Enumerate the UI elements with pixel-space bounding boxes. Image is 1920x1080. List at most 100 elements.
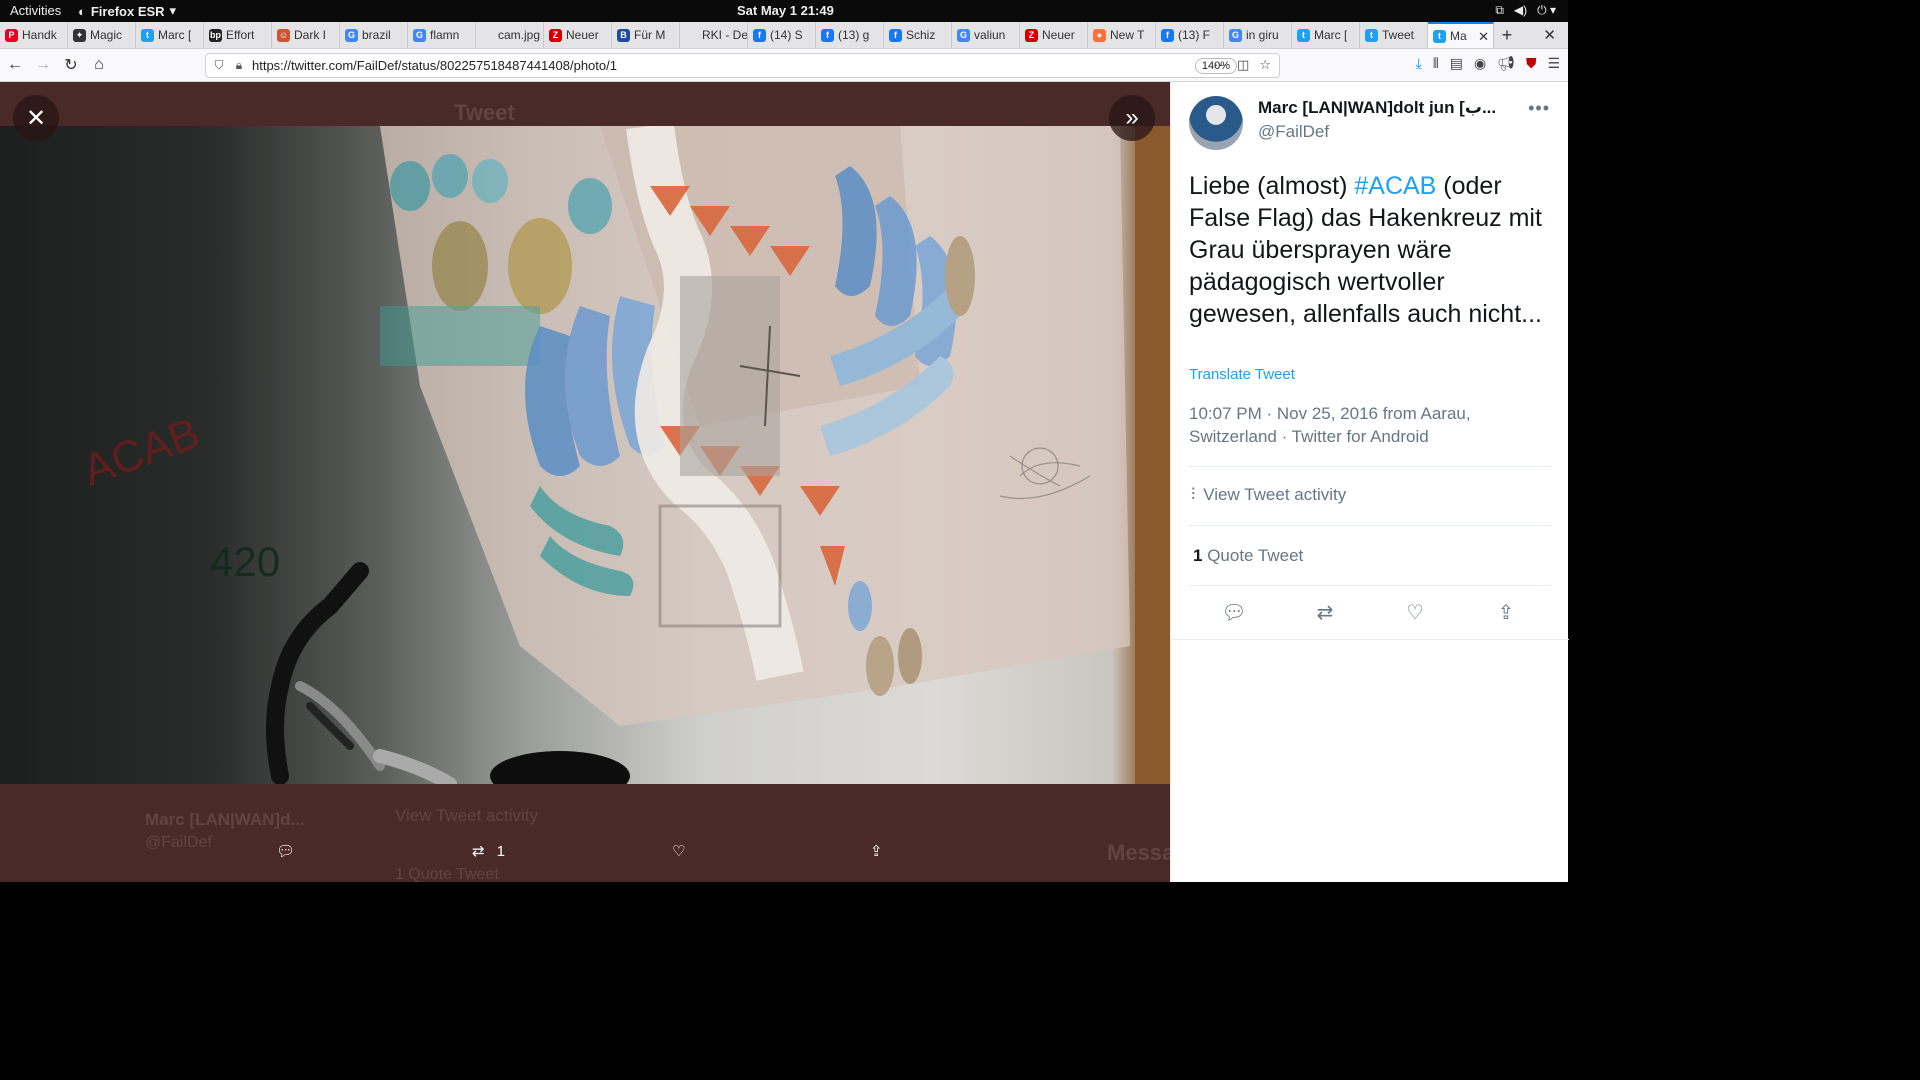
pocket-icon[interactable]: ◫	[1237, 57, 1249, 73]
media-retweet-button[interactable]: ⇄ 1	[472, 842, 505, 861]
app-menu[interactable]: ◐ Firefox ESR ▾	[78, 3, 176, 19]
close-tab-icon[interactable]: ✕	[1478, 29, 1489, 45]
reply-button[interactable]: 💬︎	[1219, 600, 1249, 625]
tab-label: Magic	[90, 28, 123, 42]
tab-label: Marc [	[158, 28, 192, 42]
share-icon: ⇪	[1497, 602, 1515, 624]
browser-tab[interactable]: t Marc [	[1292, 22, 1360, 48]
account-icon[interactable]: ◉	[1474, 55, 1486, 72]
media-like-button[interactable]: ♡	[672, 842, 685, 860]
quote-tweets-link[interactable]: 1 Quote Tweet	[1193, 546, 1303, 566]
twitter-icon: t	[141, 28, 154, 42]
person-icon: ☺	[277, 28, 290, 42]
browser-tab[interactable]: Gflamn	[408, 22, 476, 48]
browser-tab[interactable]: f (14) S	[748, 22, 816, 48]
divider	[1189, 466, 1551, 467]
lock-icon[interactable]: 🔒︎	[232, 58, 246, 73]
magic-icon: ✦	[73, 28, 86, 42]
browser-tab[interactable]: P Handk	[0, 22, 68, 48]
toolbar-right: ⤓ ⫴ ▤ ◉ 📢︎ ⛊ ☰	[1416, 55, 1560, 72]
browser-tab[interactable]: Gvaliun	[952, 22, 1020, 48]
browser-tab[interactable]: RKI - Dek	[680, 22, 748, 48]
tab-label: valiun	[974, 28, 1006, 42]
browser-tab[interactable]: bp Effort	[204, 22, 272, 48]
browser-tab[interactable]: Z Neuer	[544, 22, 612, 48]
tweet-photo[interactable]: ACAB 420	[0, 126, 1170, 784]
clock[interactable]: Sat May 1 21:49	[737, 3, 834, 18]
downloads-icon[interactable]: ⤓	[1416, 55, 1422, 72]
browser-tab[interactable]: ● New T	[1088, 22, 1156, 48]
heart-icon: ♡	[672, 843, 686, 860]
blank-favicon-icon	[685, 29, 698, 42]
app-menu-label: Firefox ESR	[90, 3, 165, 19]
media-share-button[interactable]: ⇪	[870, 842, 883, 860]
double-chevron-right-icon: »	[1125, 104, 1139, 131]
megaphone-icon[interactable]: 📢︎	[1497, 55, 1515, 72]
new-tab-button[interactable]: +	[1494, 22, 1520, 48]
hashtag-link[interactable]: #ACAB	[1354, 172, 1436, 200]
twitter-icon: t	[1297, 28, 1310, 42]
firefox-icon: ◐	[78, 3, 86, 19]
home-button[interactable]: ⌂	[86, 52, 112, 78]
share-icon: ⇪	[870, 843, 883, 860]
browser-tab[interactable]: Gbrazil	[340, 22, 408, 48]
browser-tab[interactable]: B Für M	[612, 22, 680, 48]
browser-tab[interactable]: Z Neuer	[1020, 22, 1088, 48]
graffiti-420: 420	[210, 538, 280, 585]
view-tweet-activity-link[interactable]: ⫶ View Tweet activity	[1191, 485, 1346, 505]
divider	[1171, 639, 1569, 640]
sidebar-icon[interactable]: ▤	[1450, 55, 1463, 72]
browser-tab[interactable]: Gin giru	[1224, 22, 1292, 48]
heart-icon: ♡	[1406, 602, 1424, 624]
close-window-icon[interactable]: ✕	[1543, 26, 1556, 44]
google-icon: G	[413, 28, 426, 42]
browser-tab[interactable]: t Tweet	[1360, 22, 1428, 48]
reload-button[interactable]: ↻	[58, 52, 84, 78]
quote-label: Quote Tweet	[1207, 546, 1304, 565]
avatar[interactable]	[1189, 96, 1243, 150]
tweet-text: Liebe (almost) #ACAB (oder False Flag) d…	[1189, 170, 1555, 330]
library-icon[interactable]: ⫴	[1433, 55, 1439, 72]
browser-tab[interactable]: f (13) F	[1156, 22, 1224, 48]
url-text[interactable]: https://twitter.com/FailDef/status/80225…	[252, 58, 1195, 73]
share-button[interactable]: ⇪	[1491, 600, 1521, 625]
url-bar[interactable]: ⛉ 🔒︎ https://twitter.com/FailDef/status/…	[205, 53, 1280, 78]
page-actions-icon[interactable]: ···	[1214, 57, 1227, 73]
facebook-icon: f	[753, 28, 766, 42]
browser-tab[interactable]: f (13) g	[816, 22, 884, 48]
bookmark-star-icon[interactable]: ☆	[1259, 57, 1271, 73]
ublock-icon[interactable]: ⛊	[1526, 55, 1537, 72]
tab-label: RKI - Dek	[702, 28, 747, 42]
activities-button[interactable]: Activities	[10, 3, 61, 18]
media-reply-button[interactable]: 💬︎	[276, 842, 295, 860]
expand-sidebar-button[interactable]: »	[1109, 95, 1155, 141]
more-options-icon[interactable]: •••	[1528, 98, 1550, 119]
tab-label: cam.jpg (	[498, 28, 543, 42]
browser-tab[interactable]: cam.jpg (	[476, 22, 544, 48]
forward-button[interactable]: →	[30, 52, 56, 78]
back-button[interactable]: ←	[2, 52, 28, 78]
system-tray[interactable]: ⧉ ◀) ⏻ ▾	[1495, 3, 1556, 18]
gnome-top-bar: Activities ◐ Firefox ESR ▾ Sat May 1 21:…	[0, 0, 1568, 22]
user-display-name[interactable]: Marc [LAN|WAN]dolt jun [ب...	[1258, 98, 1518, 118]
retweet-button[interactable]: ⇄	[1310, 600, 1340, 625]
tab-label: Effort	[226, 28, 255, 42]
close-media-button[interactable]: ✕	[13, 95, 59, 141]
zeit-icon: Z	[549, 28, 562, 42]
browser-tab[interactable]: ✦ Magic	[68, 22, 136, 48]
bund-icon: B	[617, 28, 630, 42]
reply-icon: 💬︎	[1221, 602, 1247, 624]
power-icon: ⏻ ▾	[1537, 3, 1556, 17]
google-icon: G	[345, 28, 358, 42]
tracking-shield-icon[interactable]: ⛉	[212, 58, 226, 73]
translate-tweet-link[interactable]: Translate Tweet	[1189, 366, 1295, 383]
browser-tab[interactable]: ☺ Dark I	[272, 22, 340, 48]
browser-tab[interactable]: t Ma ✕	[1428, 22, 1494, 48]
browser-tab[interactable]: f Schiz	[884, 22, 952, 48]
user-handle[interactable]: @FailDef	[1258, 122, 1329, 142]
hamburger-menu-icon[interactable]: ☰	[1547, 55, 1560, 72]
tweet-sidebar: Marc [LAN|WAN]dolt jun [ب... @FailDef ••…	[1170, 82, 1569, 882]
like-button[interactable]: ♡	[1400, 600, 1430, 625]
media-action-bar: 💬︎ ⇄ 1 ♡ ⇪	[0, 842, 1170, 872]
browser-tab[interactable]: t Marc [	[136, 22, 204, 48]
